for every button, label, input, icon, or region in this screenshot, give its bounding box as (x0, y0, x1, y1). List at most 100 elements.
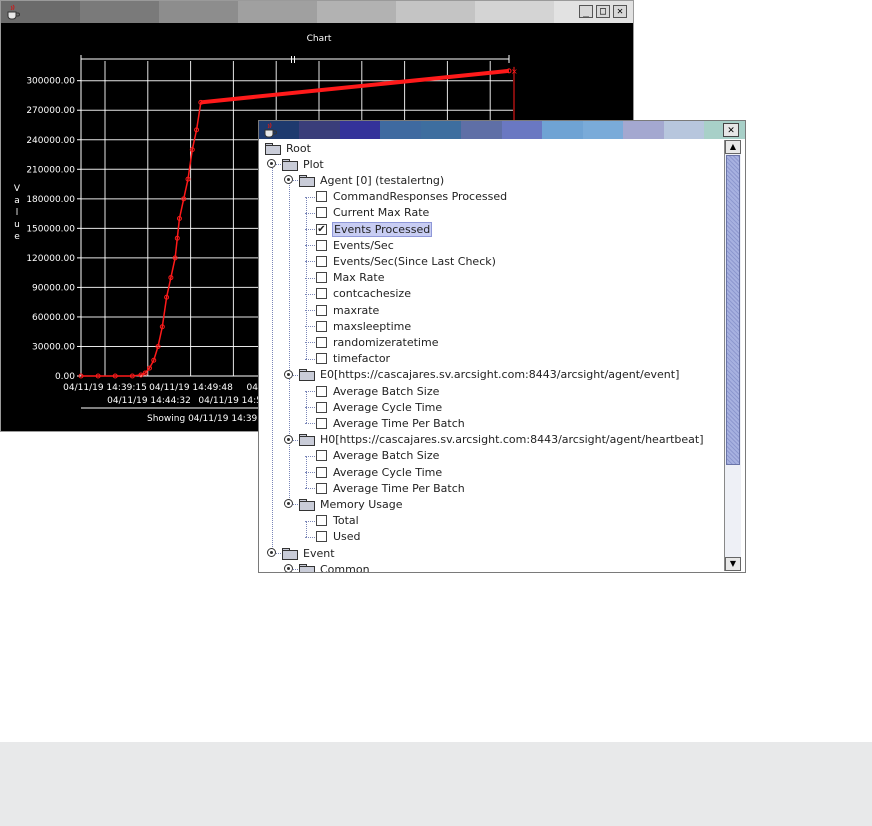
series-checkbox[interactable] (316, 401, 327, 413)
tree-node-label: Events/Sec(Since Last Check) (333, 254, 496, 268)
chart-window-title-bar[interactable] (1, 1, 633, 23)
tree-series-node[interactable]: Average Time Per Batch (316, 480, 465, 496)
tree-connector (306, 520, 308, 537)
series-checkbox[interactable] (316, 482, 327, 494)
tree-series-node[interactable]: Average Cycle Time (316, 399, 442, 415)
tree-series-node[interactable]: Average Cycle Time (316, 464, 442, 480)
tree-connector (305, 277, 315, 280)
tree-series-node[interactable]: Current Max Rate (316, 205, 429, 221)
tree-series-node[interactable]: randomizeratetime (316, 334, 438, 350)
tree-series-node[interactable]: Events/Sec(Since Last Check) (316, 253, 496, 269)
close-button[interactable]: ✕ (613, 5, 627, 18)
tree-folder-node[interactable]: Memory Usage (299, 496, 403, 512)
series-checkbox[interactable]: ✔ (316, 223, 327, 235)
series-checkbox[interactable] (316, 531, 327, 543)
tree-folder-node[interactable]: Root (265, 140, 311, 156)
x-tick-label: 04/11/19 14:39:15 (63, 383, 147, 393)
minimize-button[interactable]: _ (579, 5, 593, 18)
tree-series-node[interactable]: Average Time Per Batch (316, 415, 465, 431)
tree-node-label: maxsleeptime (333, 319, 412, 333)
tree-connector (305, 536, 315, 539)
tree-connector (305, 423, 315, 425)
tree-series-node[interactable]: ✔ Events Processed (316, 221, 433, 237)
tree-series-node[interactable]: CommandResponses Processed (316, 189, 507, 205)
folder-icon (299, 434, 315, 447)
tree-node-label: Events Processed (331, 221, 433, 237)
tree-series-node[interactable]: contcachesize (316, 286, 411, 302)
series-checkbox[interactable] (316, 239, 327, 251)
series-checkbox[interactable] (316, 336, 327, 348)
scrollbar-thumb[interactable] (726, 155, 740, 465)
tree-series-node[interactable]: Used (316, 529, 361, 545)
y-tick-label: 120000.00 (26, 254, 75, 264)
expand-handle-icon[interactable] (267, 548, 276, 557)
folder-icon (299, 498, 315, 511)
series-checkbox[interactable] (316, 272, 327, 284)
tree-connector (305, 229, 315, 231)
expand-handle-icon[interactable] (284, 175, 293, 185)
series-checkbox[interactable] (316, 255, 327, 267)
scroll-down-button[interactable]: ▼ (725, 557, 741, 571)
title-bar-segment (238, 1, 317, 23)
tree-node-label: contcachesize (333, 287, 411, 301)
series-checkbox[interactable] (316, 191, 327, 203)
title-bar-segment (380, 121, 421, 139)
background-band (0, 742, 872, 826)
tree-node-label: maxrate (333, 303, 380, 317)
tree-connector (305, 358, 315, 361)
tree-connector (305, 245, 315, 247)
tree-node-label: Common (320, 562, 370, 572)
series-checkbox[interactable] (316, 417, 327, 429)
title-bar-segment (299, 121, 340, 139)
maximize-button[interactable]: □ (596, 5, 610, 18)
y-tick-label: 240000.00 (26, 136, 75, 146)
tree-folder-node[interactable]: E0[https://cascajares.sv.arcsight.com:84… (299, 367, 679, 383)
expand-handle-icon[interactable] (267, 159, 276, 169)
y-tick-label: 0.00 (55, 372, 75, 382)
tree-node-label: randomizeratetime (333, 335, 439, 349)
expand-handle-icon[interactable] (284, 564, 293, 572)
series-checkbox[interactable] (316, 288, 327, 300)
scroll-up-button[interactable]: ▲ (725, 140, 741, 154)
series-checkbox[interactable] (316, 353, 327, 365)
y-tick-label: 270000.00 (26, 106, 75, 116)
tree-node-label: Events/Sec (333, 238, 394, 252)
tree-series-node[interactable]: maxsleeptime (316, 318, 411, 334)
tree-folder-node[interactable]: Event (282, 545, 335, 561)
title-bar-segment (396, 1, 475, 23)
tree-series-node[interactable]: Total (316, 513, 359, 529)
y-tick-label: 60000.00 (32, 313, 75, 323)
title-bar-segment (475, 1, 554, 23)
series-checkbox[interactable] (316, 304, 327, 316)
tree-series-node[interactable]: Events/Sec (316, 237, 394, 253)
series-checkbox[interactable] (316, 515, 327, 527)
series-checkbox[interactable] (316, 207, 327, 219)
series-checkbox[interactable] (316, 450, 327, 462)
tree-folder-node[interactable]: Plot (282, 156, 324, 172)
tree-series-node[interactable]: maxrate (316, 302, 379, 318)
title-bar-segment (542, 121, 583, 139)
expand-handle-icon[interactable] (284, 369, 293, 379)
java-cup-icon (264, 122, 277, 138)
x-tick-label: 04/11/19 14:49:48 (149, 383, 233, 393)
tree-series-node[interactable]: Average Batch Size (316, 383, 439, 399)
tree-folder-node[interactable]: H0[https://cascajares.sv.arcsight.com:84… (299, 432, 704, 448)
series-checkbox[interactable] (316, 466, 327, 478)
series-checkbox[interactable] (316, 385, 327, 397)
expand-handle-icon[interactable] (284, 434, 293, 444)
series-tree: Root Plot Agent [0] (testalertng) CommandRe… (261, 140, 723, 572)
tree-connector (305, 310, 315, 312)
tree-series-node[interactable]: Average Batch Size (316, 448, 439, 464)
tree-folder-node[interactable]: Agent [0] (testalertng) (299, 172, 444, 188)
vertical-scrollbar[interactable]: ▲ ▼ (724, 140, 741, 571)
series-checkbox[interactable] (316, 320, 327, 332)
tree-window-title-bar[interactable] (259, 121, 745, 139)
tree-series-node[interactable]: Max Rate (316, 270, 384, 286)
expand-handle-icon[interactable] (284, 499, 293, 509)
tree-node-label: H0[https://cascajares.sv.arcsight.com:84… (320, 433, 704, 447)
tree-node-label: Total (333, 514, 359, 528)
tree-series-node[interactable]: timefactor (316, 351, 390, 367)
close-button[interactable]: ✕ (723, 123, 739, 137)
folder-icon (265, 142, 281, 155)
tree-folder-node[interactable]: Common (299, 561, 370, 572)
